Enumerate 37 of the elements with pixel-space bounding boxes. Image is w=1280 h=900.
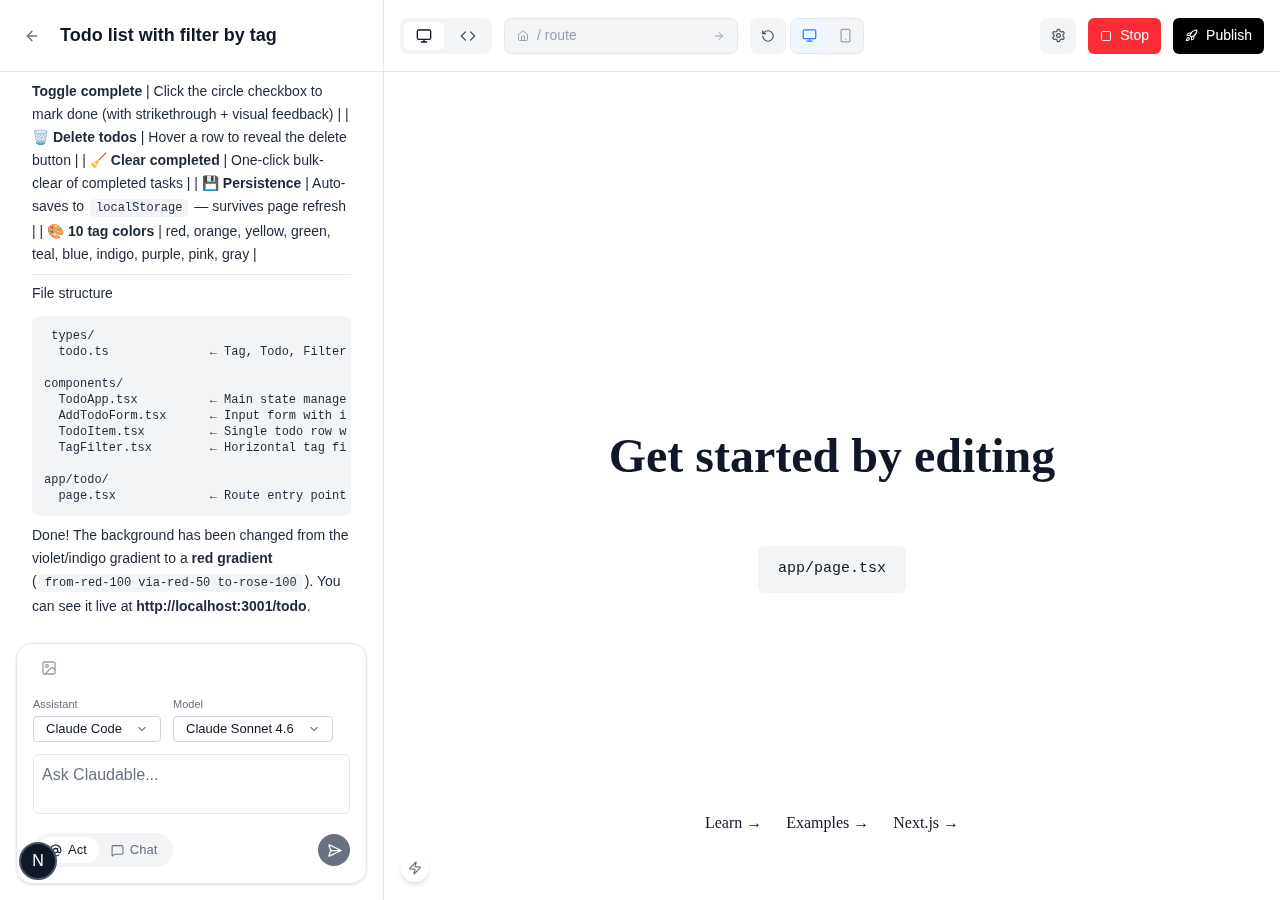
code-block: types/ todo.ts ← Tag, Todo, Filter components/ TodoApp.tsx ← Main state manage AddTodoForm.tsx ← Input form with i TodoItem.tsx ← Single todo row w TagFilter.tsx ← Horizontal tag fi app/todo/ page.tsx ← Route entry point xyxy=(32,316,351,516)
dev-indicator-overlay[interactable]: N xyxy=(19,842,57,880)
mode-tab[interactable]: Chat xyxy=(98,837,170,863)
home-icon xyxy=(517,29,529,42)
section-heading: File structure xyxy=(32,284,114,303)
view-tab[interactable] xyxy=(404,21,444,50)
send-button[interactable] xyxy=(318,834,350,866)
square-icon xyxy=(1100,29,1113,42)
refresh-button[interactable] xyxy=(750,17,786,54)
lightning-button[interactable] xyxy=(401,854,429,882)
monitor-icon xyxy=(416,27,432,44)
monitor-icon xyxy=(801,28,817,43)
image-icon[interactable] xyxy=(41,659,57,676)
field-label: Assistant xyxy=(33,696,79,712)
phone-icon xyxy=(837,28,853,43)
field-label: Model xyxy=(173,696,204,712)
device-tab[interactable] xyxy=(791,18,827,53)
preview-heading: Get started by editing xyxy=(608,428,1056,484)
speech-bubble-icon xyxy=(110,843,124,857)
publish-button[interactable]: Publish xyxy=(1173,17,1264,54)
message-text: Toggle complete | Click the circle checkbox to mark done (with strikethrough + visual feedback) | | 🗑 Delete todos | Hover a row to reveal the delete button | | 🧹 Clear completed | One-click bulk-clear of completed tasks | | 💾 Persistence | Auto-saves to localStorage — survives page refresh | | 🎨 10 tag colors | red, orange, yellow, green, teal, blue, indigo, purple, pink, gray | xyxy=(32,82,350,264)
model-select[interactable]: Claude Sonnet 4.6 xyxy=(173,716,333,742)
message-text: Done! The background has been changed from the violet/indigo gradient to a red gradient ( from-red-100 via-red-50 to-rose-100 ). You can see it live at http://localhost:3001/todo. xyxy=(32,526,350,616)
settings-icon xyxy=(1050,28,1066,43)
stop-button[interactable]: Stop xyxy=(1088,17,1162,54)
footer-link[interactable]: Learn → xyxy=(704,810,763,835)
rocket-icon xyxy=(1185,29,1199,42)
settings-button[interactable] xyxy=(1040,17,1077,54)
send-icon xyxy=(326,842,342,858)
message-input[interactable]: Ask Claudable... xyxy=(33,754,350,814)
footer-link[interactable]: Next.js → xyxy=(893,810,960,835)
refresh-icon xyxy=(761,28,775,43)
lightning-icon xyxy=(408,861,422,875)
assistant-select[interactable]: Claude Code xyxy=(33,716,161,742)
chat-title: Todo list with filter by tag xyxy=(60,24,277,47)
footer-link[interactable]: Examples → xyxy=(786,810,870,835)
file-path: app/page.tsx xyxy=(758,546,906,593)
